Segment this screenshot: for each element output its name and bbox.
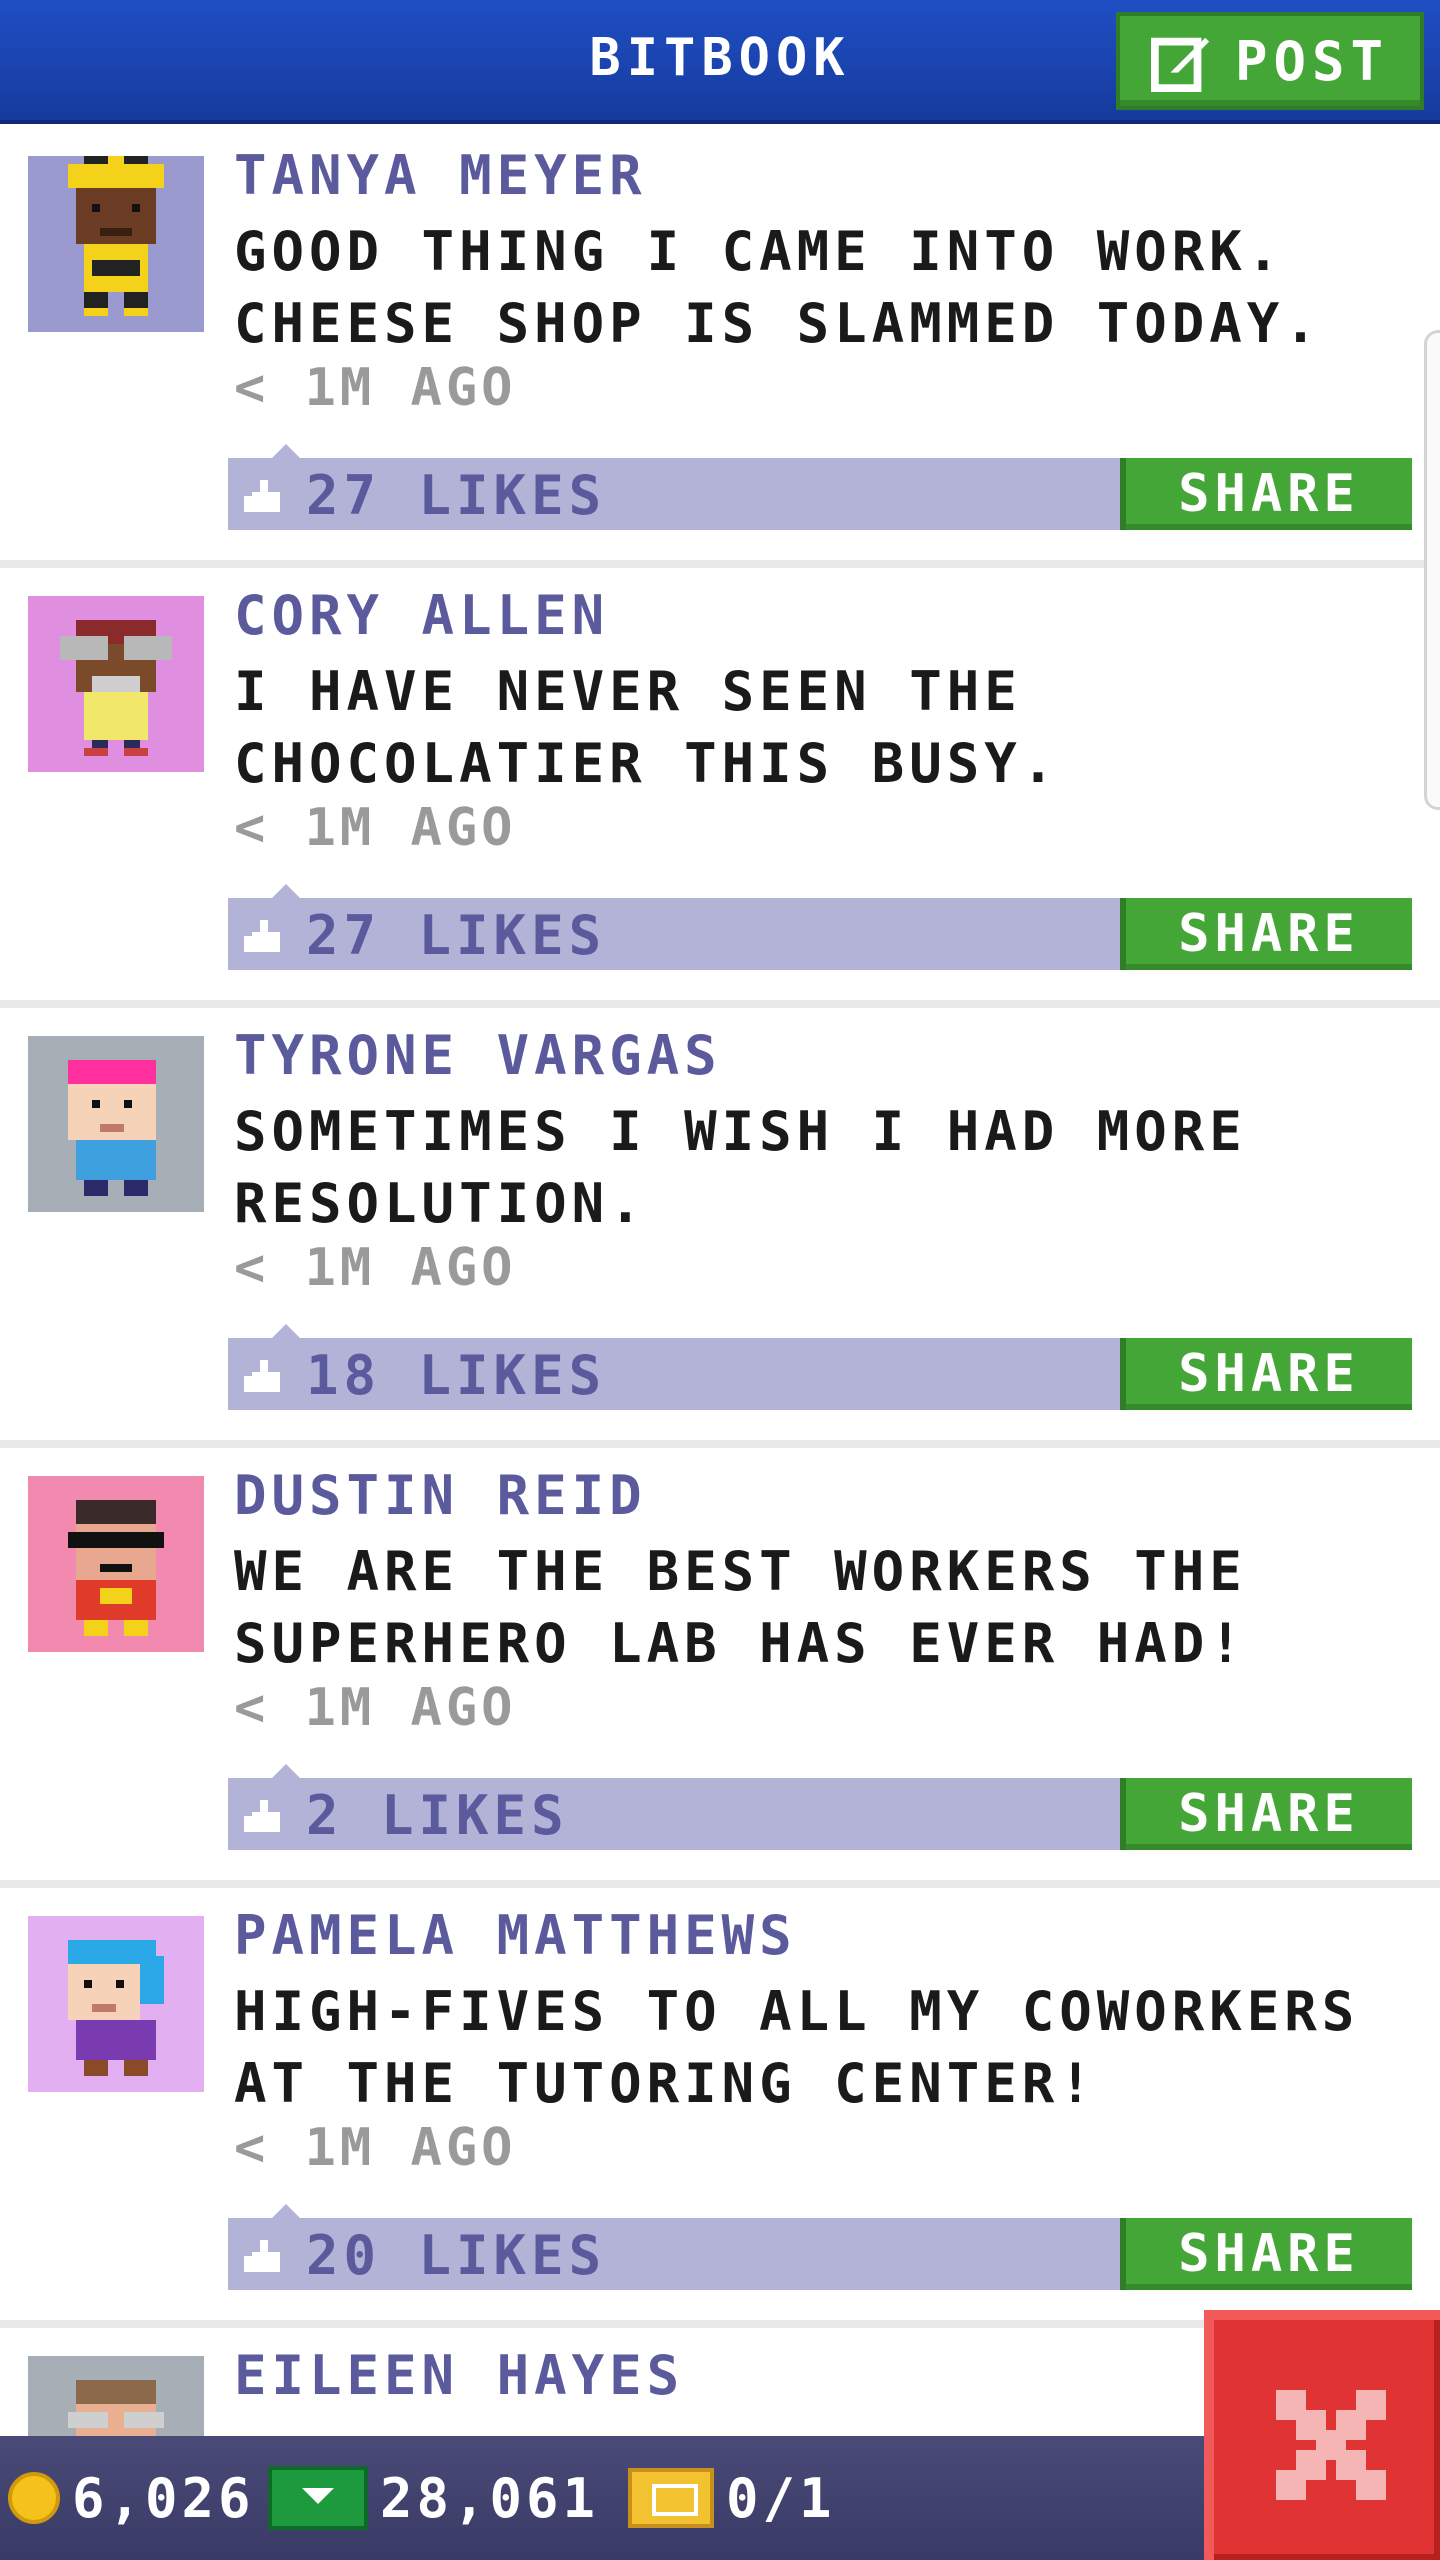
share-button[interactable]: SHARE [1120,458,1412,530]
post-time: < 1M AGO [234,358,517,418]
coins-stat: 6,026 [8,2460,255,2536]
feed[interactable]: TANYA MEYER GOOD THING I CAME INTO WORK.… [0,128,1440,2532]
bux-icon [268,2466,368,2530]
post-message: WE ARE THE BEST WORKERS THE SUPERHERO LA… [234,1540,1247,1675]
thumbs-up-icon [244,1800,280,1832]
thumbs-up-icon [244,1360,280,1392]
thumbs-up-icon [244,920,280,952]
edit-icon [1150,37,1210,92]
post-time: < 1M AGO [234,1678,517,1738]
post-message: SOMETIMES I WISH I HAD MORE RESOLUTION. [234,1100,1247,1235]
scrollbar[interactable] [1424,330,1440,810]
post-time: < 1M AGO [234,798,517,858]
post-author: TANYA MEYER [234,144,647,207]
likes-count: 27 LIKES [306,904,607,967]
like-bar-notch [272,1764,300,1778]
post-item: TYRONE VARGAS SOMETIMES I WISH I HAD MOR… [0,1008,1440,1448]
like-bar-notch [272,444,300,458]
post-item: DUSTIN REID WE ARE THE BEST WORKERS THE … [0,1448,1440,1888]
coins-value: 6,026 [72,2466,255,2530]
share-button[interactable]: SHARE [1120,898,1412,970]
share-button[interactable]: SHARE [1120,1338,1412,1410]
like-bar-notch [272,1324,300,1338]
avatar[interactable] [28,156,204,332]
like-bar[interactable]: 27 LIKES SHARE [228,444,1412,530]
thumbs-up-icon [244,480,280,512]
post-message: HIGH-FIVES TO ALL MY COWORKERS AT THE TU… [234,1980,1360,2115]
share-button[interactable]: SHARE [1120,1778,1412,1850]
likes-count: 18 LIKES [306,1344,607,1407]
close-button[interactable] [1204,2310,1440,2560]
post-time: < 1M AGO [234,2118,517,2178]
post-item: PAMELA MATTHEWS HIGH-FIVES TO ALL MY COW… [0,1888,1440,2328]
bux-stat: 28,061 [268,2460,599,2536]
post-author: EILEEN HAYES [234,2344,685,2407]
post-author: DUSTIN REID [234,1464,647,1527]
avatar[interactable] [28,1476,204,1652]
post-author: CORY ALLEN [234,584,610,647]
likes-count: 2 LIKES [306,1784,569,1847]
close-icon [1276,2390,1386,2500]
post-message: I HAVE NEVER SEEN THE CHOCOLATIER THIS B… [234,660,1060,795]
post-item: TANYA MEYER GOOD THING I CAME INTO WORK.… [0,128,1440,568]
coin-icon [8,2472,60,2524]
post-item: CORY ALLEN I HAVE NEVER SEEN THE CHOCOLA… [0,568,1440,1008]
thumbs-up-icon [244,2240,280,2272]
like-bar[interactable]: 27 LIKES SHARE [228,884,1412,970]
avatar[interactable] [28,1916,204,2092]
ticket-icon [628,2468,714,2528]
likes-count: 20 LIKES [306,2224,607,2287]
post-message: GOOD THING I CAME INTO WORK. CHEESE SHOP… [234,220,1322,355]
app-header: BITBOOK POST [0,0,1440,124]
share-button[interactable]: SHARE [1120,2218,1412,2290]
like-bar[interactable]: 20 LIKES SHARE [228,2204,1412,2290]
post-author: PAMELA MATTHEWS [234,1904,797,1967]
likes-count: 27 LIKES [306,464,607,527]
like-bar[interactable]: 2 LIKES SHARE [228,1764,1412,1850]
post-button[interactable]: POST [1116,12,1424,110]
avatar[interactable] [28,1036,204,1212]
bux-value: 28,061 [380,2466,600,2530]
avatar[interactable] [28,596,204,772]
post-button-label: POST [1234,29,1390,93]
tickets-value: 0/1 [726,2466,836,2530]
post-author: TYRONE VARGAS [234,1024,722,1087]
tickets-stat: 0/1 [628,2460,836,2536]
like-bar[interactable]: 18 LIKES SHARE [228,1324,1412,1410]
like-bar-notch [272,2204,300,2218]
post-time: < 1M AGO [234,1238,517,1298]
like-bar-notch [272,884,300,898]
